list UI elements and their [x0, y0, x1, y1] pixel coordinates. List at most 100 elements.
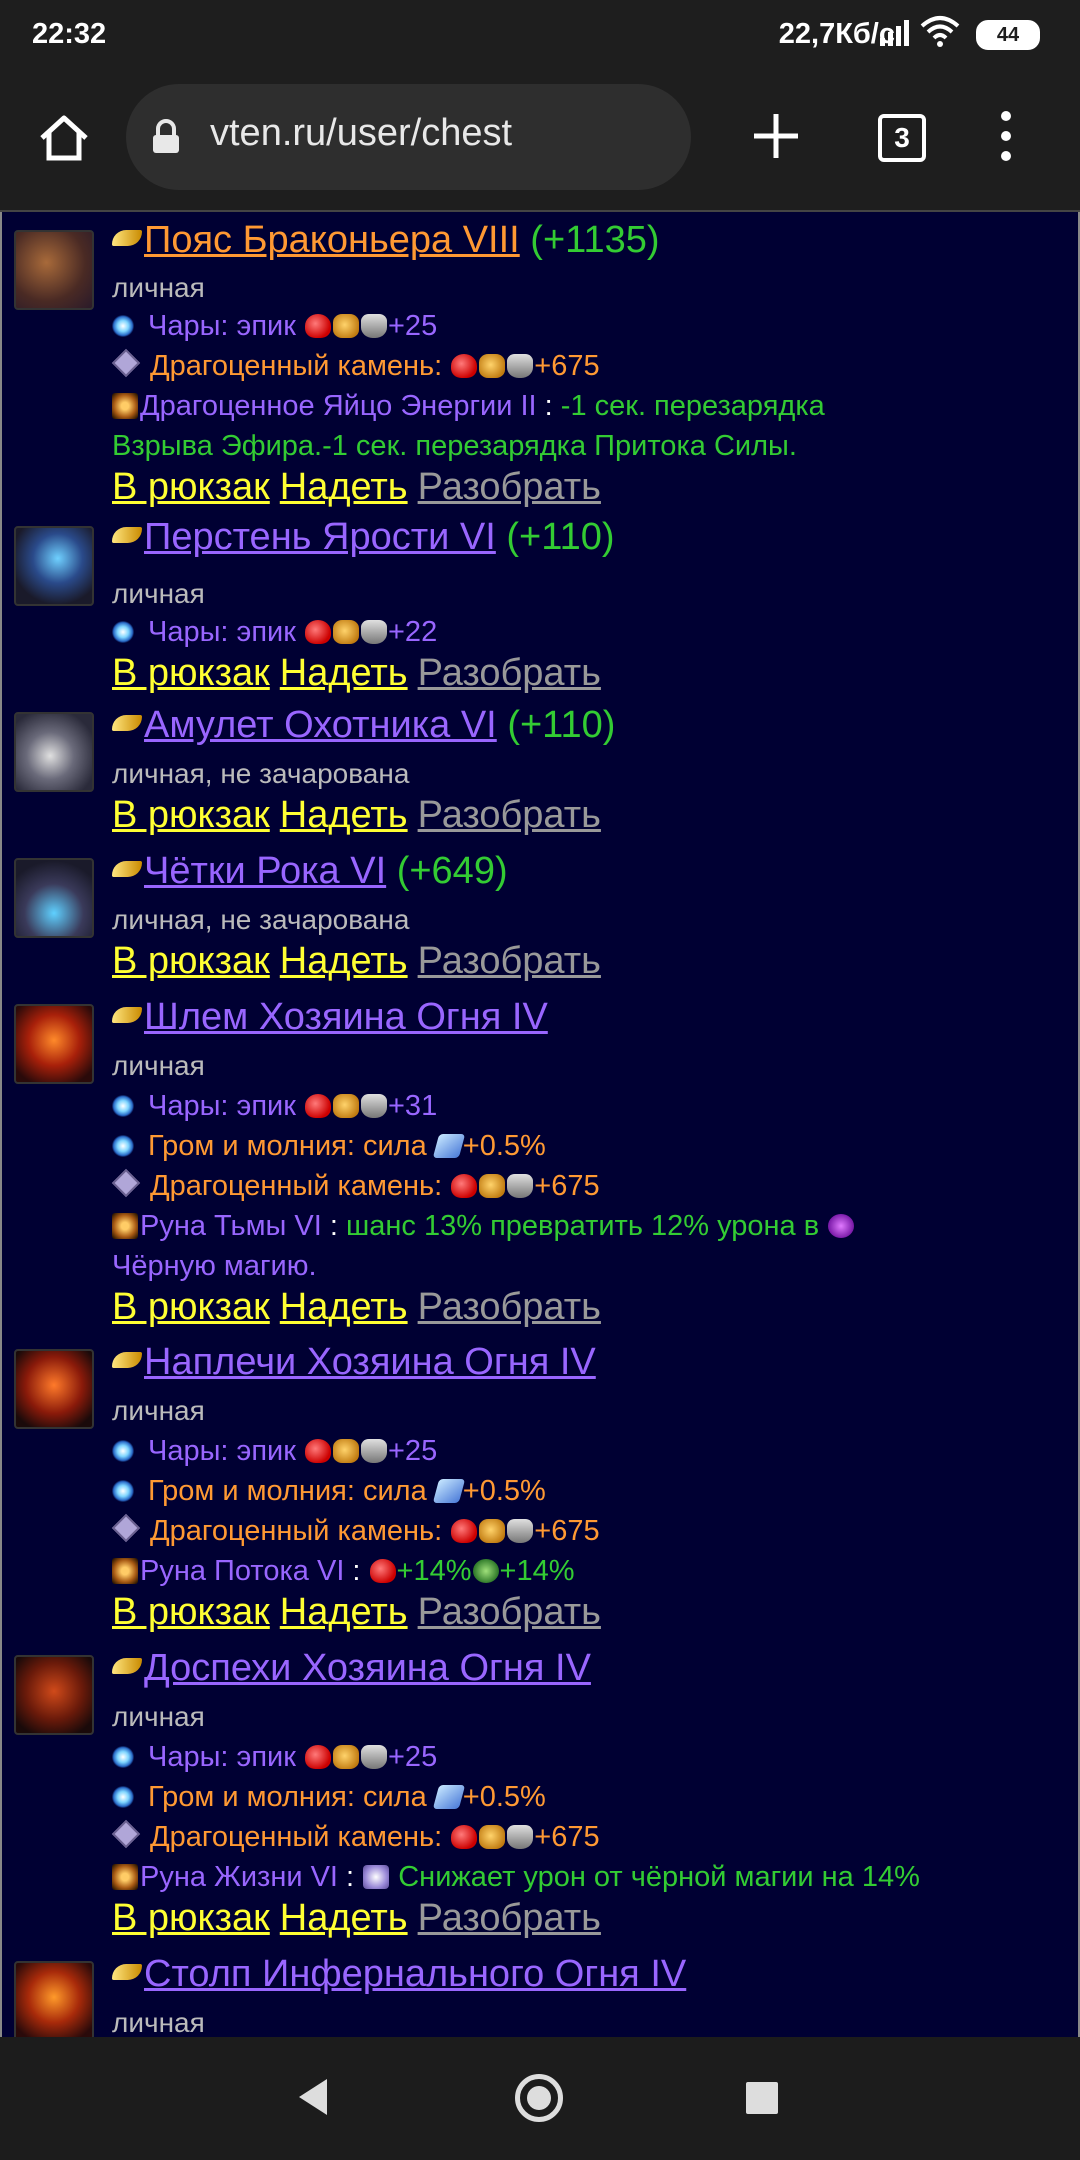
wear-link[interactable]: Надеть — [280, 940, 408, 982]
gem-label: Драгоценный камень: — [150, 350, 443, 382]
item-status: личная, не зачарована — [112, 904, 410, 935]
item-name-link[interactable]: Пояс Браконьера VIII — [144, 219, 520, 261]
wear-link[interactable]: Надеть — [280, 1897, 408, 1939]
sparkle-icon — [112, 1480, 134, 1502]
egg-effect: -1 сек. перезарядка — [560, 390, 825, 422]
heart-icon — [451, 1825, 478, 1849]
item-status: личная — [112, 1395, 205, 1426]
thunder-line: Гром и молния: сила +0.5% — [112, 1130, 546, 1163]
item-name-link[interactable]: Доспехи Хозяина Огня IV — [144, 1647, 591, 1689]
egg-effect-continued: Взрыва Эфира.-1 сек. перезарядка Притока… — [112, 430, 797, 462]
helmet-icon[interactable] — [14, 1004, 94, 1084]
to-bag-link[interactable]: В рюкзак — [112, 1286, 270, 1328]
overflow-menu-icon[interactable] — [995, 110, 1017, 162]
sparkle-icon — [112, 1746, 134, 1768]
pillar-icon[interactable] — [14, 1961, 94, 2037]
dark-magic-icon — [828, 1214, 855, 1238]
network-speed: 22,7Кб/с — [778, 18, 895, 50]
gem-label: Драгоценный камень: — [150, 1821, 443, 1853]
to-bag-link[interactable]: В рюкзак — [112, 940, 270, 982]
sparkle-icon — [112, 1786, 134, 1808]
enchant-line: Чары: эпик +25 — [112, 1741, 437, 1774]
to-bag-link[interactable]: В рюкзак — [112, 1591, 270, 1633]
address-bar[interactable]: vten.ru/user/chest — [126, 84, 691, 190]
item-bonus: (+649) — [396, 850, 508, 892]
armor-icon — [507, 1174, 534, 1198]
gem-label: Драгоценный камень: — [150, 1170, 443, 1202]
recent-apps-icon[interactable] — [746, 2082, 778, 2114]
item-name-link[interactable]: Шлем Хозяина Огня IV — [144, 996, 548, 1038]
system-nav-bar — [0, 2037, 1080, 2160]
egg-name: Драгоценное Яйцо Энергии II — [140, 390, 537, 422]
thunder-label: Гром и молния: сила — [148, 1475, 427, 1507]
wings-icon — [112, 1007, 142, 1023]
sparkle-icon — [112, 1440, 134, 1462]
fist-icon — [333, 1745, 359, 1769]
pauldrons-icon[interactable] — [14, 1349, 94, 1429]
item-actions: В рюкзак Надеть Разобрать — [112, 1897, 601, 1940]
wings-icon — [112, 1658, 142, 1674]
thunder-line: Гром и молния: сила +0.5% — [112, 1781, 546, 1814]
home-circle-icon[interactable] — [515, 2074, 563, 2122]
new-tab-icon[interactable] — [750, 110, 802, 162]
back-icon[interactable] — [295, 2077, 329, 2117]
gem-value: +675 — [534, 1821, 600, 1853]
enchant-label: Чары: эпик — [148, 310, 296, 342]
armor-icon — [361, 1094, 387, 1118]
enchant-value: +25 — [388, 310, 438, 342]
item-actions: В рюкзак Надеть Разобрать — [112, 1286, 601, 1329]
wear-link[interactable]: Надеть — [280, 652, 408, 694]
wings-icon — [112, 1352, 142, 1368]
item-actions: В рюкзак Надеть Разобрать — [112, 794, 601, 837]
disassemble-link[interactable]: Разобрать — [418, 1897, 601, 1939]
egg-icon — [112, 393, 138, 419]
item-name-link[interactable]: Чётки Рока VI — [144, 850, 386, 892]
wear-link[interactable]: Надеть — [280, 1286, 408, 1328]
enchant-label: Чары: эпик — [148, 1435, 296, 1467]
poison-icon — [472, 1559, 499, 1583]
rune-name: Руна Тьмы VI — [140, 1210, 322, 1242]
rune-effect-continued: Чёрную магию. — [112, 1250, 317, 1282]
to-bag-link[interactable]: В рюкзак — [112, 1897, 270, 1939]
armor-icon — [507, 1519, 534, 1543]
belt-icon[interactable] — [14, 230, 94, 310]
item-actions: В рюкзак Надеть Разобрать — [112, 466, 601, 509]
to-bag-link[interactable]: В рюкзак — [112, 466, 270, 508]
item-name-link[interactable]: Столп Инфернального Огня IV — [144, 1953, 686, 1995]
status-time: 22:32 — [32, 18, 107, 50]
ring-icon[interactable] — [14, 526, 94, 606]
to-bag-link[interactable]: В рюкзак — [112, 794, 270, 836]
wear-link[interactable]: Надеть — [280, 1591, 408, 1633]
wear-link[interactable]: Надеть — [280, 466, 408, 508]
thunder-label: Гром и молния: сила — [148, 1781, 427, 1813]
gem-value: +675 — [534, 1515, 600, 1547]
gem-icon — [111, 1819, 141, 1849]
armor-item-icon[interactable] — [14, 1655, 94, 1735]
fist-icon — [333, 620, 359, 644]
item-name-link[interactable]: Перстень Ярости VI — [144, 516, 496, 558]
disassemble-link[interactable]: Разобрать — [418, 1286, 601, 1328]
disassemble-link[interactable]: Разобрать — [418, 794, 601, 836]
home-icon[interactable] — [38, 112, 90, 164]
rosary-icon[interactable] — [14, 858, 94, 938]
disassemble-link[interactable]: Разобрать — [418, 466, 601, 508]
battery-icon: 44 — [976, 20, 1040, 50]
sparkle-icon — [112, 1135, 134, 1157]
rune-name: Руна Потока VI — [140, 1555, 345, 1587]
heart-icon — [305, 1094, 331, 1118]
amulet-icon[interactable] — [14, 712, 94, 792]
disassemble-link[interactable]: Разобрать — [418, 1591, 601, 1633]
thunder-value: +0.5% — [462, 1130, 546, 1162]
to-bag-link[interactable]: В рюкзак — [112, 652, 270, 694]
gem-icon — [111, 348, 141, 378]
item-name-link[interactable]: Амулет Охотника VI — [144, 704, 497, 746]
status-bar: 22:32 22,7Кб/с 44 — [0, 0, 1080, 70]
enchant-label: Чары: эпик — [148, 1090, 296, 1122]
item-name-link[interactable]: Наплечи Хозяина Огня IV — [144, 1341, 596, 1383]
url-text: vten.ru/user/chest — [210, 112, 513, 154]
disassemble-link[interactable]: Разобрать — [418, 940, 601, 982]
disassemble-link[interactable]: Разобрать — [418, 652, 601, 694]
wear-link[interactable]: Надеть — [280, 794, 408, 836]
tab-switcher-button[interactable]: 3 — [878, 114, 926, 162]
enchant-value: +25 — [388, 1741, 438, 1773]
